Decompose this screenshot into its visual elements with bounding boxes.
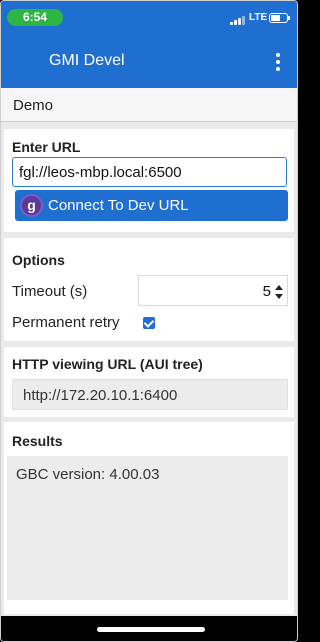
timeout-value: 5: [262, 283, 271, 300]
phone-screen: 6:54 LTE GMI Devel Demo Enter URL g Conn…: [0, 0, 298, 642]
results-section: Results GBC version: 4.00.03: [4, 422, 294, 614]
http-viewing-section: HTTP viewing URL (AUI tree) http://172.2…: [4, 347, 294, 417]
options-section: Options Timeout (s) 5 Permanent retry: [4, 238, 294, 341]
permanent-retry-checkbox[interactable]: [143, 317, 155, 329]
http-viewing-url-field[interactable]: http://172.20.10.1:6400: [12, 379, 288, 410]
signal-bars-icon: [230, 15, 246, 25]
network-type: LTE: [249, 12, 268, 23]
enter-url-section: Enter URL g Connect To Dev URL: [4, 129, 294, 232]
kebab-menu-icon[interactable]: [273, 53, 283, 71]
main-content: Demo Enter URL g Connect To Dev URL Opti…: [1, 88, 297, 616]
status-bar: 6:54 LTE: [1, 1, 297, 35]
connect-button-label: Connect To Dev URL: [48, 197, 189, 214]
options-title: Options: [12, 252, 65, 268]
demo-label: Demo: [13, 97, 54, 114]
home-area: [1, 616, 297, 641]
up-down-arrows-icon[interactable]: [275, 285, 283, 299]
battery-icon: [269, 13, 290, 23]
results-text: GBC version: 4.00.03: [7, 456, 288, 600]
app-bar: GMI Devel: [1, 35, 297, 88]
connect-dev-url-button[interactable]: g Connect To Dev URL: [15, 190, 288, 221]
results-title: Results: [12, 433, 63, 449]
demo-header: Demo: [1, 88, 297, 122]
timeout-label: Timeout (s): [12, 283, 88, 300]
status-time: 6:54: [7, 9, 63, 26]
url-input[interactable]: [12, 157, 287, 187]
home-indicator[interactable]: [97, 627, 205, 632]
permanent-retry-label: Permanent retry: [12, 314, 120, 331]
gbc-logo-icon: g: [20, 194, 43, 217]
timeout-spinner[interactable]: 5: [138, 275, 288, 306]
app-title: GMI Devel: [49, 52, 125, 69]
enter-url-title: Enter URL: [12, 139, 81, 155]
http-viewing-title: HTTP viewing URL (AUI tree): [12, 356, 203, 372]
